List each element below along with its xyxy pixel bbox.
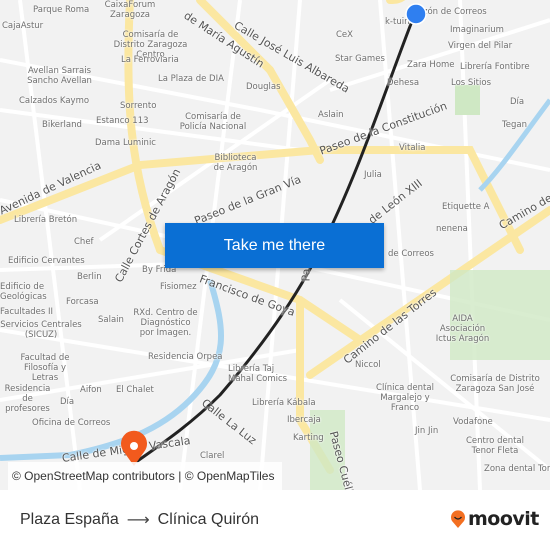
poi-label: nenena (436, 224, 468, 234)
map-attribution: © OpenStreetMap contributors | © OpenMap… (8, 462, 283, 490)
poi-label: La Plaza de DIA (158, 74, 224, 84)
poi-label: Zona dental Tor (484, 464, 550, 474)
take-me-there-button[interactable]: Take me there (165, 223, 384, 268)
poi-label: Aslain (318, 110, 344, 120)
poi-label: zón de Correos (423, 7, 487, 17)
poi-label: Dama Luminic (95, 138, 156, 148)
poi-label: Virgen del Pilar (448, 41, 513, 51)
poi-label: Aifon (80, 385, 102, 395)
poi-label: Clarel (200, 451, 225, 461)
openmaptiles-attribution-link[interactable]: © OpenMapTiles (185, 469, 275, 483)
trip-summary: Plaza España ⟶ Clínica Quirón (20, 510, 259, 529)
poi-label: Zara Home (407, 60, 455, 70)
moovit-wordmark: moovit (468, 508, 539, 530)
poi-label: Edificio de Geológicas (0, 282, 47, 302)
poi-label: Niccol (355, 360, 381, 370)
poi-label: Librería Bretón (14, 215, 78, 225)
poi-label: CeX (336, 30, 353, 40)
poi-label: de Correos (388, 249, 434, 259)
poi-label: Librería Fontibre (460, 62, 530, 72)
poi-label: Residencia Orpea (148, 352, 223, 362)
poi-label: Karting (293, 433, 324, 443)
poi-label: Ibercaja (287, 415, 321, 425)
poi-label: Jin Jin (415, 426, 439, 436)
poi-label: Estanco 113 (96, 116, 149, 126)
poi-label: Parque Roma (33, 5, 90, 15)
poi-label: Comisaría de Distrito Zaragoza San José (450, 374, 540, 394)
poi-label: Fisiomez (160, 282, 197, 292)
poi-label: Vodafone (453, 417, 493, 427)
poi-label: Comisaría de Policía Nacional (179, 112, 247, 132)
poi-label: Imaginarium (450, 25, 504, 35)
poi-label: Día (510, 97, 525, 107)
poi-label: k-tuin (385, 17, 410, 27)
poi-label: Facultades II (0, 307, 54, 317)
map[interactable]: Calle José Luis Albareda de María Agustí… (0, 0, 550, 490)
poi-label: Julia (364, 170, 382, 180)
attribution-separator: | (174, 469, 185, 483)
poi-label: Oficina de Correos (32, 418, 111, 428)
poi-label: Librería Kábala (252, 398, 316, 408)
poi-label: AIDA Asociación Ictus Aragón (435, 314, 490, 344)
poi-label: Calzados Kaymo (19, 96, 90, 106)
poi-label: Sorrento (120, 101, 157, 111)
poi-label: Salain (98, 315, 124, 325)
poi-label: Facultad de Filosofía y Letras (20, 353, 70, 383)
poi-label: Librería Taj Mahal Comics (228, 364, 288, 384)
moovit-logo: moovit (450, 508, 539, 530)
footer: Plaza España ⟶ Clínica Quirón moovit (0, 490, 550, 550)
poi-label: Star Games (335, 54, 385, 64)
poi-label: Centro dental Tenor Fleta (465, 436, 524, 456)
poi-label: RXd. Centro de Diagnóstico por Imagen. (133, 308, 198, 338)
arrow-right-icon: ⟶ (126, 510, 150, 529)
poi-label: Residencia de profesores (4, 384, 51, 414)
poi-label: CaixaForum Zaragoza (104, 0, 156, 20)
poi-label: Forcasa (66, 297, 99, 307)
poi-label: Biblioteca de Aragón (213, 153, 258, 173)
poi-label: Edificio Cervantes (8, 256, 85, 266)
poi-label: Etiquette A (442, 202, 490, 212)
poi-label: Douglas (246, 82, 281, 92)
poi-label: CajaAstur (2, 21, 44, 31)
poi-label: Vitalia (399, 143, 426, 153)
poi-label: Chef (74, 237, 94, 247)
osm-attribution-link[interactable]: © OpenStreetMap contributors (12, 469, 175, 483)
poi-label: Día (60, 397, 75, 407)
poi-label: Los Sitios (451, 78, 491, 88)
poi-label: Avellan Sarrais Sancho Avellan (27, 66, 92, 86)
origin-name: Plaza España (20, 510, 119, 528)
poi-label: Bikerland (42, 120, 82, 130)
destination-name: Clínica Quirón (157, 510, 260, 528)
poi-label: Tegan (502, 120, 527, 130)
poi-label: La Ferroviaria (121, 55, 179, 65)
moovit-pin-icon (451, 510, 465, 528)
poi-label: Servicios Centrales (SICUZ) (0, 320, 82, 340)
poi-label: Berlin (77, 272, 102, 282)
poi-label: Dehesa (387, 78, 420, 88)
poi-label: El Chalet (116, 385, 154, 395)
poi-label: Clínica dental Margalejo y Franco (376, 383, 434, 413)
